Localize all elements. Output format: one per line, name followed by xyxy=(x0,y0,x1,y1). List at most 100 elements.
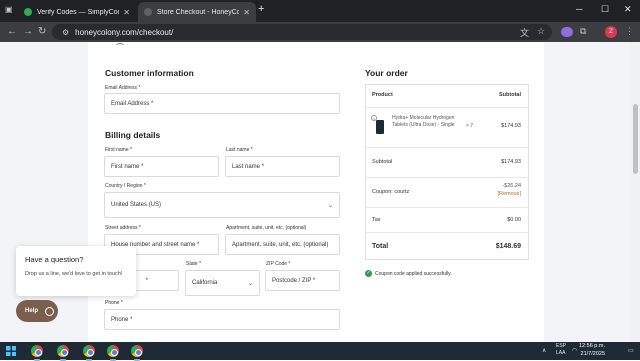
subtotal-row: Subtotal $174.93 xyxy=(366,147,528,177)
product-column-header: Product xyxy=(372,92,393,98)
tab-title: Verify Codes — SimplyCodes xyxy=(37,8,119,16)
product-name: Hydra+ Molecular Hydrogen Tablets (Ultra… xyxy=(392,115,455,128)
coupon-label: Coupon: courtz xyxy=(372,189,410,195)
street-label: Street address * xyxy=(105,225,141,231)
logo-icon: ⌒ xyxy=(116,43,124,52)
chrome-taskbar-icon[interactable] xyxy=(57,345,69,361)
country-value: United States (US) xyxy=(111,202,162,208)
wifi-icon[interactable]: ◠ xyxy=(572,347,577,354)
translate-icon[interactable]: 文 xyxy=(520,26,529,39)
customer-info-heading: Customer information xyxy=(105,68,194,78)
chrome-taskbar-icon[interactable] xyxy=(107,345,119,361)
order-item-row: × Hydra+ Molecular Hydrogen Tablets (Ult… xyxy=(366,107,528,147)
notification-icon[interactable]: ▭ xyxy=(628,347,634,354)
email-field[interactable]: Email Address * xyxy=(104,93,340,114)
honeycolony-favicon-icon xyxy=(144,8,152,16)
product-thumbnail xyxy=(376,120,384,134)
scroll-thumb[interactable] xyxy=(633,104,638,174)
close-icon[interactable]: ✕ xyxy=(123,8,130,17)
chevron-down-icon: ⌄ xyxy=(327,202,333,209)
url-text: honeycolony.com/checkout/ xyxy=(75,27,174,37)
system-clock[interactable]: 12:56 p.m. 21/7/2025 xyxy=(579,343,605,358)
state-select[interactable]: California ⌄ xyxy=(185,270,260,296)
order-summary-table: Product Subtotal × Hydra+ Molecular Hydr… xyxy=(365,84,529,260)
clock-date: 21/7/2025 xyxy=(580,350,605,357)
apartment-field[interactable]: Apartment, suite, unit, etc. (optional) xyxy=(225,234,340,255)
chat-bubble-icon xyxy=(45,306,55,316)
total-value: $148.69 xyxy=(495,243,521,250)
extensions-puzzle-icon[interactable]: ⧉ xyxy=(580,26,586,37)
zip-field[interactable]: Postcode / ZIP * xyxy=(265,270,340,291)
language-indicator[interactable]: ESP LAA xyxy=(556,343,566,357)
billing-heading: Billing details xyxy=(105,130,161,140)
last-name-field[interactable]: Last name * xyxy=(225,156,340,177)
forward-icon[interactable]: → xyxy=(23,26,33,37)
chrome-taskbar-icon[interactable] xyxy=(31,345,43,361)
subtotal-label: Subtotal xyxy=(372,159,393,165)
bookmark-star-icon[interactable]: ☆ xyxy=(537,26,545,37)
phone-label: Phone * xyxy=(105,300,123,306)
tab-honeycolony[interactable]: Store Checkout - HoneyColony ✕ xyxy=(138,2,256,22)
help-label: Help xyxy=(25,308,39,314)
total-row: Total $148.69 xyxy=(366,232,528,260)
checkmark-icon: ✓ xyxy=(365,270,372,277)
tax-label: Tax xyxy=(372,217,381,223)
tab-simplycodes[interactable]: Verify Codes — SimplyCodes ✕ xyxy=(18,2,136,22)
browser-toolbar: ← → ↻ ⚙ honeycolony.com/checkout/ 文 ☆ ⧉ … xyxy=(0,22,640,42)
site-info-icon[interactable]: ⚙ xyxy=(62,28,69,37)
tray-chevron-icon[interactable]: ∧ xyxy=(542,347,546,354)
new-tab-button[interactable]: + xyxy=(258,3,264,15)
tab-title: Store Checkout - HoneyColony xyxy=(157,8,240,16)
chrome-taskbar-icon[interactable] xyxy=(131,345,143,361)
country-select[interactable]: United States (US) ⌄ xyxy=(104,192,340,218)
phone-field[interactable]: Phone * xyxy=(104,309,340,330)
product-price: $174.93 xyxy=(501,123,521,129)
chevron-down-icon: ⌄ xyxy=(247,280,253,287)
close-window-icon[interactable]: ✕ xyxy=(624,4,632,15)
zip-label: ZIP Code * xyxy=(266,261,291,267)
subtotal-value: $174.93 xyxy=(501,159,521,165)
tax-value: $0.00 xyxy=(507,217,521,223)
page-viewport: ⌒ Customer information Email Address * E… xyxy=(0,42,640,342)
product-quantity: × 7 xyxy=(466,123,474,129)
windows-start-icon[interactable] xyxy=(6,346,16,356)
total-label: Total xyxy=(372,243,389,250)
state-value: California xyxy=(192,280,218,286)
profile-avatar[interactable]: 2 xyxy=(605,26,617,38)
address-bar[interactable]: ⚙ honeycolony.com/checkout/ xyxy=(52,24,552,40)
state-label: State * xyxy=(186,261,202,267)
chat-prompt-card[interactable]: Have a question? Drop us a line, we'd lo… xyxy=(16,246,136,296)
chat-body: Drop us a line, we'd love to get in touc… xyxy=(25,271,123,277)
chat-title: Have a question? xyxy=(25,255,84,264)
close-icon[interactable]: ✕ xyxy=(243,8,250,17)
help-chat-button[interactable]: Help xyxy=(16,300,58,322)
your-order-heading: Your order xyxy=(365,68,408,78)
reload-icon[interactable]: ↻ xyxy=(38,26,46,37)
browser-tabstrip: ▣ Verify Codes — SimplyCodes ✕ Store Che… xyxy=(0,0,640,22)
coupon-applied-notice: ✓ Coupon code applied successfully. xyxy=(365,270,452,277)
maximize-icon[interactable]: ☐ xyxy=(601,4,609,15)
simplycodes-favicon-icon xyxy=(24,8,32,16)
coupon-remove-link[interactable]: [Remove] xyxy=(497,191,521,197)
last-name-label: Last name * xyxy=(226,147,253,153)
clock-time: 12:56 p.m. xyxy=(579,343,605,349)
menu-kebab-icon[interactable]: ⋮ xyxy=(625,26,634,37)
tab-search-icon[interactable]: ▣ xyxy=(5,5,13,14)
coupon-row: Coupon: courtz -$26.24 [Remove] xyxy=(366,177,528,207)
coupon-discount: -$26.24 xyxy=(502,183,521,189)
extension-icon[interactable] xyxy=(561,27,573,37)
apartment-label: Apartment, suite, unit, etc. (optional) xyxy=(226,225,307,231)
back-icon[interactable]: ← xyxy=(7,26,17,37)
email-label: Email Address * xyxy=(105,85,141,91)
minimize-icon[interactable]: ─ xyxy=(576,4,582,14)
country-label: Country / Region * xyxy=(105,183,146,189)
coupon-applied-text: Coupon code applied successfully. xyxy=(375,270,452,277)
order-header-row: Product Subtotal xyxy=(366,85,528,107)
subtotal-column-header: Subtotal xyxy=(499,92,521,98)
page-scrollbar[interactable] xyxy=(631,42,640,342)
first-name-label: First name * xyxy=(105,147,132,153)
first-name-field[interactable]: First name * xyxy=(104,156,219,177)
tax-row: Tax $0.00 xyxy=(366,207,528,232)
windows-taskbar: ∧ ESP LAA ◠ 12:56 p.m. 21/7/2025 ▭ xyxy=(0,342,640,361)
chrome-taskbar-icon[interactable] xyxy=(83,345,95,361)
